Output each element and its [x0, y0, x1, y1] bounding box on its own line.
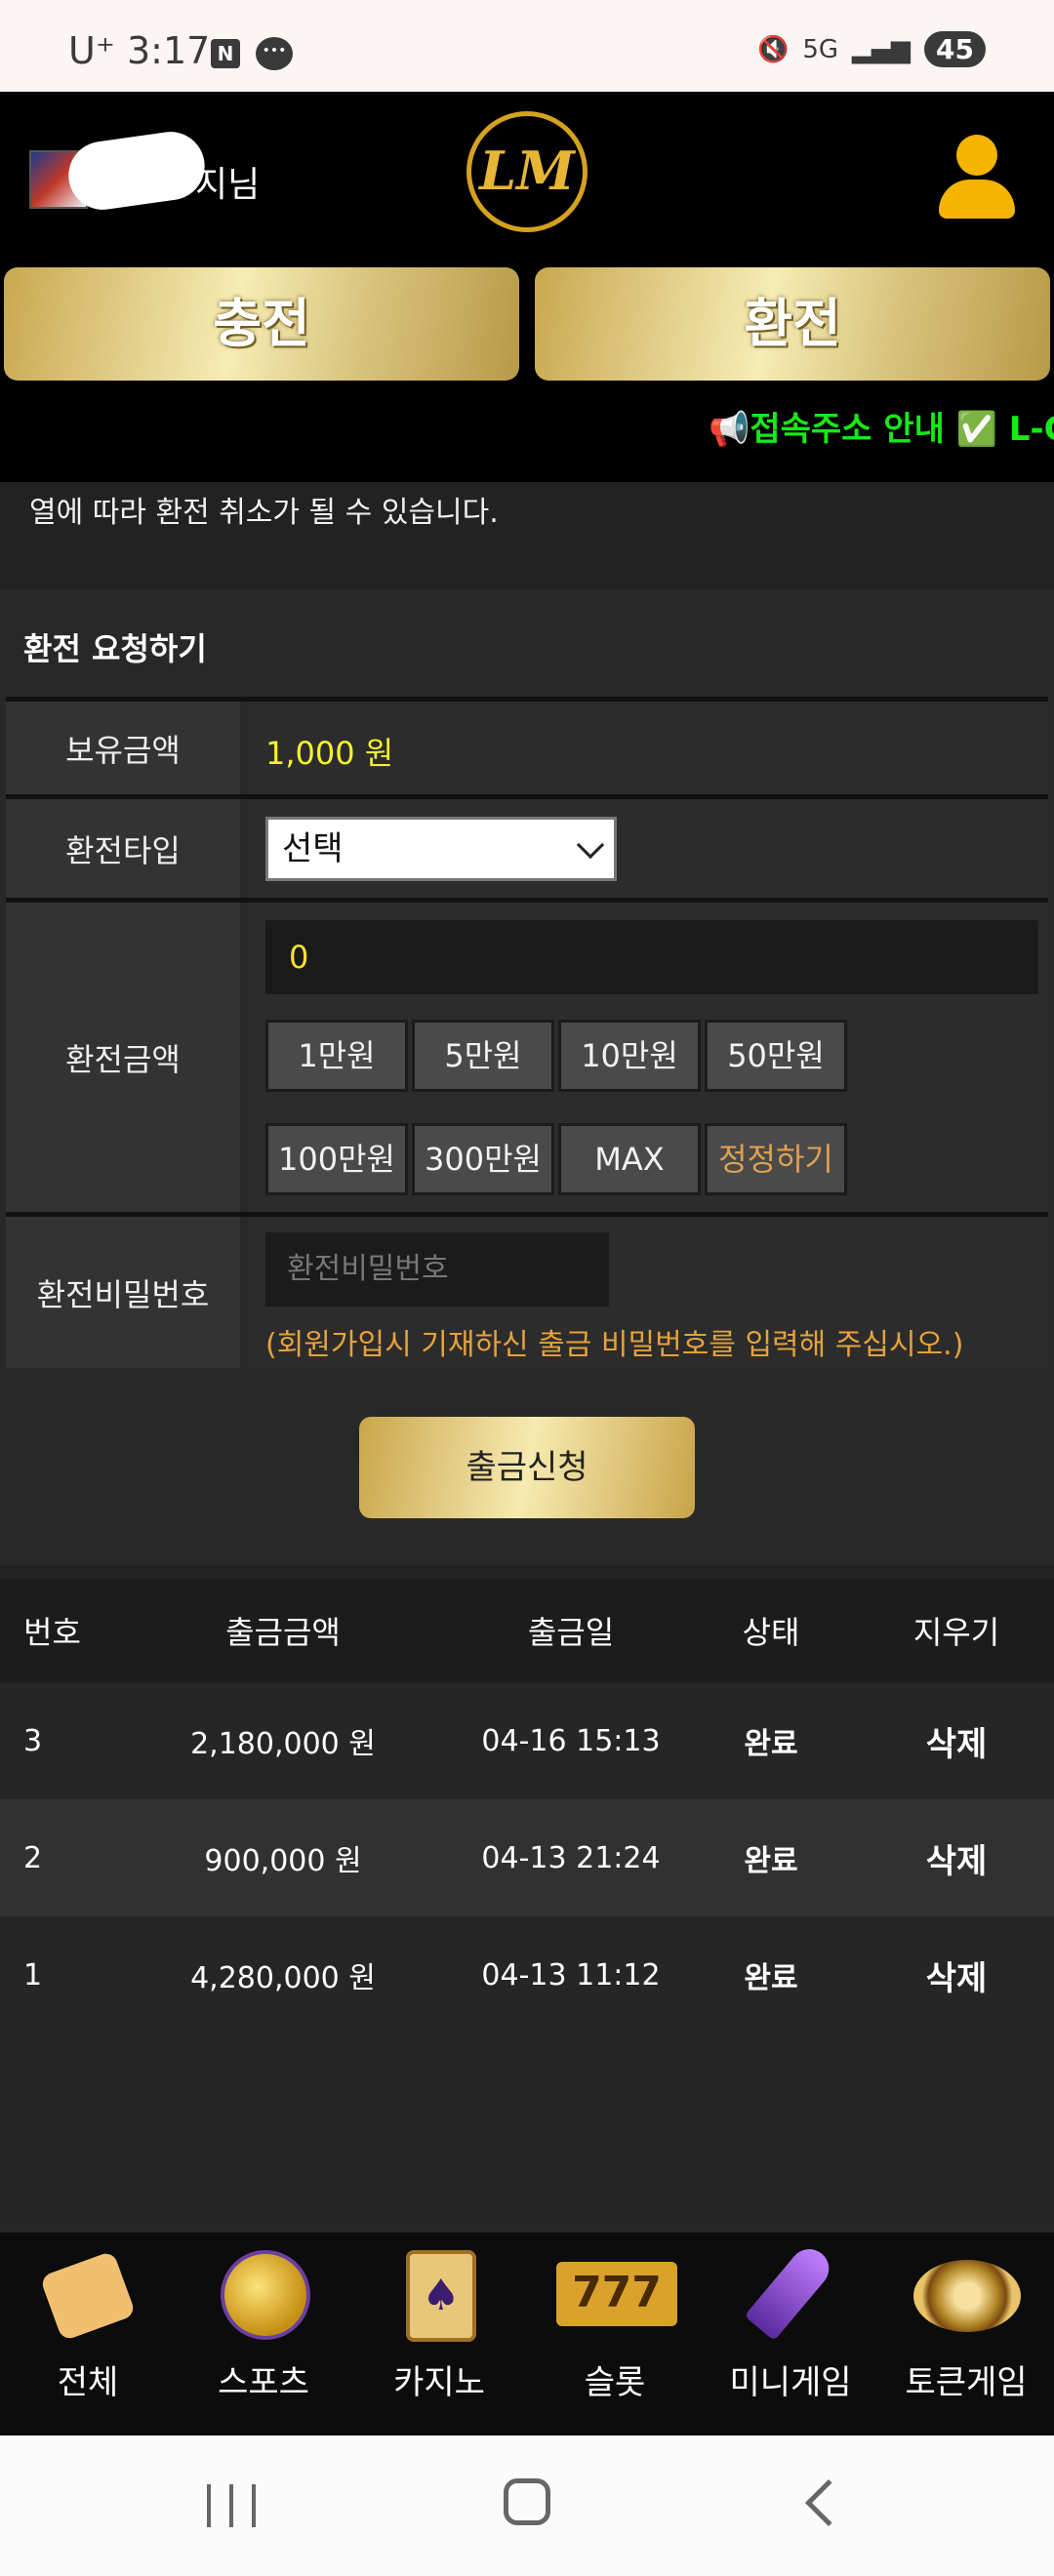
chip-10k-button[interactable]: 1만원 — [265, 1020, 408, 1092]
user-profile-icon[interactable] — [937, 135, 1015, 222]
nav-label: 토큰게임 — [905, 2363, 1028, 2402]
table-row: 2 900,000 원 04-13 21:24 완료 삭제 — [0, 1799, 1054, 1916]
password-row: 환전비밀번호 환전비밀번호 (회원가입시 기재하신 출금 비밀번호를 입력해 주… — [6, 1212, 1048, 1368]
status-icons: 🔇 5G ▂▄▆ 45 — [757, 31, 986, 67]
system-nav-bar — [0, 2435, 1054, 2576]
header-amount: 출금금액 — [225, 1614, 341, 1651]
back-icon[interactable] — [804, 2478, 853, 2527]
status-time: U⁺ 3:17 — [68, 29, 211, 72]
nav-label: 슬롯 — [584, 2363, 646, 2402]
amount-row: 환전금액 0 1만원 5만원 10만원 50만원 100만원 300만원 MAX… — [6, 898, 1048, 1212]
header-no: 번호 — [23, 1614, 81, 1651]
notice-text: 열에 따라 환전 취소가 될 수 있습니다. — [29, 496, 499, 530]
row-no: 1 — [23, 1957, 43, 1992]
password-help-text: (회원가입시 기재하신 출금 비밀번호를 입력해 주십시오.) — [265, 1328, 964, 1362]
exchange-button[interactable]: 환전 — [535, 267, 1050, 381]
roulette-icon — [913, 2260, 1021, 2332]
row-amount: 2,180,000 원 — [190, 1727, 376, 1761]
header-date: 출금일 — [527, 1614, 615, 1651]
section-title: 환전 요청하기 — [23, 630, 207, 667]
nav-item-all[interactable]: 전체 — [0, 2233, 176, 2435]
history-table-header: 번호 출금금액 출금일 상태 지우기 — [0, 1579, 1054, 1682]
chat-notification-icon: ••• — [256, 37, 293, 70]
row-no: 3 — [23, 1723, 43, 1758]
app-header: 지님 LM — [0, 92, 1054, 267]
cards-icon: ♠ — [406, 2250, 476, 2342]
recent-apps-icon[interactable] — [207, 2484, 256, 2527]
chip-3m-button[interactable]: 300만원 — [412, 1123, 554, 1195]
row-status: 완료 — [744, 1727, 798, 1761]
row-status: 완료 — [744, 1961, 798, 1995]
table-row: 3 2,180,000 원 04-16 15:13 완료 삭제 — [0, 1682, 1054, 1799]
balance-value: 1,000 원 — [265, 735, 394, 772]
delete-button[interactable]: 삭제 — [859, 1916, 1054, 2033]
site-logo[interactable]: LM — [466, 111, 588, 232]
nav-item-minigame[interactable]: 미니게임 — [703, 2233, 878, 2435]
user-name[interactable]: 지님 — [195, 156, 260, 207]
header-status: 상태 — [742, 1614, 800, 1651]
row-date: 04-13 21:24 — [481, 1840, 661, 1875]
dice-icon — [39, 2250, 137, 2342]
main-action-row: 충전 환전 — [0, 267, 1054, 381]
chip-100k-button[interactable]: 10만원 — [558, 1020, 701, 1092]
mute-icon: 🔇 — [756, 34, 790, 64]
row-status: 완료 — [744, 1844, 798, 1878]
header-delete: 지우기 — [912, 1614, 1000, 1651]
chevron-down-icon — [576, 830, 605, 860]
nav-label: 미니게임 — [729, 2363, 852, 2402]
row-no: 2 — [23, 1840, 43, 1875]
table-row: 1 4,280,000 원 04-13 11:12 완료 삭제 — [0, 1916, 1054, 2033]
balance-row: 보유금액 1,000 원 — [6, 697, 1048, 794]
redacted-username — [63, 127, 210, 215]
balance-label: 보유금액 — [6, 702, 240, 794]
nav-label: 스포츠 — [218, 2363, 309, 2402]
row-date: 04-13 11:12 — [481, 1957, 661, 1992]
charge-button[interactable]: 충전 — [4, 267, 519, 381]
nav-item-casino[interactable]: ♠ 카지노 — [351, 2233, 527, 2435]
status-bar: U⁺ 3:17 N ••• 🔇 5G ▂▄▆ 45 — [0, 0, 1054, 92]
naver-notification-icon: N — [211, 39, 240, 68]
nav-item-slots[interactable]: 777 슬롯 — [527, 2233, 703, 2435]
nav-item-token-game[interactable]: 토큰게임 — [878, 2233, 1054, 2435]
delete-button[interactable]: 삭제 — [859, 1799, 1054, 1916]
row-date: 04-16 15:13 — [481, 1723, 661, 1758]
password-label: 환전비밀번호 — [6, 1217, 240, 1368]
row-amount: 4,280,000 원 — [190, 1961, 376, 1995]
delete-button[interactable]: 삭제 — [859, 1682, 1054, 1799]
nav-label: 전체 — [57, 2363, 119, 2402]
reset-amount-button[interactable]: 정정하기 — [705, 1123, 847, 1195]
amount-input[interactable]: 0 — [265, 920, 1038, 994]
withdraw-submit-button[interactable]: 출금신청 — [359, 1417, 695, 1518]
signal-icon: ▂▄▆ — [852, 34, 912, 64]
marquee-text: 📢접속주소 안내 ✅ L-C — [709, 410, 1054, 449]
network-icon: 5G — [802, 34, 839, 64]
nav-label: 카지노 — [393, 2363, 485, 2402]
type-row: 환전타입 선택 — [6, 794, 1048, 898]
chip-50k-button[interactable]: 5만원 — [412, 1020, 554, 1092]
rocket-icon — [744, 2240, 837, 2342]
chip-max-button[interactable]: MAX — [558, 1123, 701, 1195]
row-amount: 900,000 원 — [204, 1844, 362, 1878]
chip-1m-button[interactable]: 100만원 — [265, 1123, 408, 1195]
bottom-nav: 전체 스포츠 ♠ 카지노 777 슬롯 미니게임 토큰게임 — [0, 2233, 1054, 2435]
chip-500k-button[interactable]: 50만원 — [705, 1020, 847, 1092]
exchange-type-select[interactable]: 선택 — [265, 817, 617, 881]
battery-icon: 45 — [924, 31, 986, 67]
password-input[interactable]: 환전비밀번호 — [265, 1232, 609, 1307]
slot-machine-icon: 777 — [556, 2262, 677, 2326]
nav-item-sports[interactable]: 스포츠 — [176, 2233, 351, 2435]
content-filler — [0, 2033, 1054, 2233]
soccer-ball-icon — [221, 2250, 310, 2340]
type-label: 환전타입 — [6, 799, 240, 898]
announcement-marquee[interactable]: 📢접속주소 안내 ✅ L-C — [0, 381, 1054, 482]
exchange-type-selected: 선택 — [282, 829, 344, 868]
amount-label: 환전금액 — [6, 903, 240, 1212]
home-icon[interactable] — [504, 2478, 550, 2525]
